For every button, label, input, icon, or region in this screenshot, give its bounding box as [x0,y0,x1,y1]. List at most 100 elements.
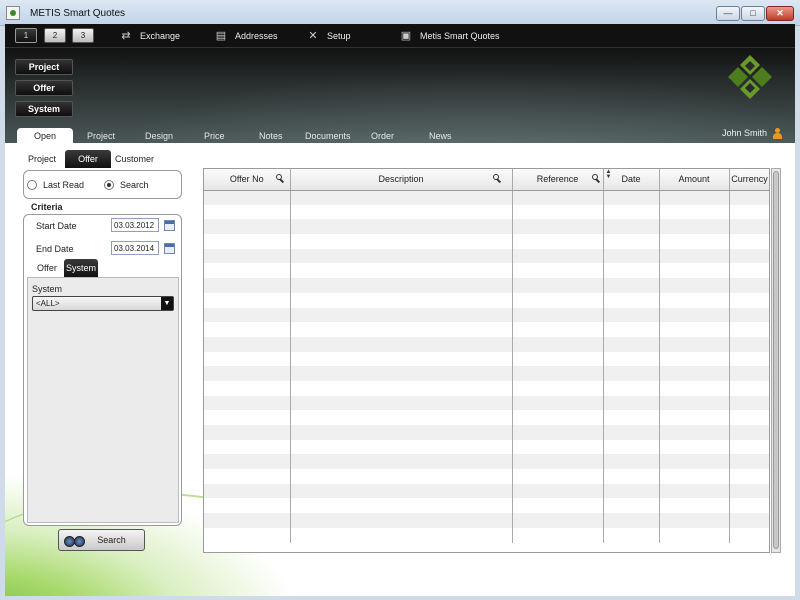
end-date-field[interactable] [111,241,159,255]
table-cell[interactable] [603,336,660,352]
tab-price[interactable]: Price [204,128,225,144]
table-cell[interactable] [603,219,660,235]
tab-documents[interactable]: Documents [305,128,351,144]
table-cell[interactable] [204,425,291,440]
table-cell[interactable] [659,351,730,367]
user-icon[interactable] [772,128,782,139]
radio-search-dot[interactable] [104,180,114,190]
system-select[interactable]: <ALL> ▼ [32,296,174,311]
table-cell[interactable] [659,234,730,249]
table-cell[interactable] [603,395,660,411]
table-cell[interactable] [659,307,730,323]
table-cell[interactable] [729,439,769,455]
close-button[interactable]: ✕ [766,6,794,21]
table-cell[interactable] [729,469,769,484]
table-cell[interactable] [512,439,604,455]
table-cell[interactable] [512,292,604,308]
table-cell[interactable] [512,234,604,249]
table-row[interactable] [204,527,769,543]
table-cell[interactable] [290,219,513,235]
calendar-icon[interactable] [164,243,175,254]
table-cell[interactable] [659,483,730,499]
table-cell[interactable] [659,190,730,205]
table-cell[interactable] [204,454,291,470]
start-date-field[interactable] [111,218,159,232]
tab-open[interactable]: Open [17,128,73,144]
table-cell[interactable] [729,366,769,381]
table-cell[interactable] [603,469,660,484]
grid-scrollbar[interactable] [771,168,781,553]
table-cell[interactable] [603,307,660,323]
table-cell[interactable] [603,292,660,308]
table-cell[interactable] [204,395,291,411]
table-cell[interactable] [603,366,660,381]
column-header-reference[interactable]: Reference [512,169,604,191]
table-cell[interactable] [603,380,660,396]
table-row[interactable] [204,336,769,352]
table-cell[interactable] [603,527,660,543]
table-cell[interactable] [204,483,291,499]
table-row[interactable] [204,469,769,484]
side-button-system[interactable]: System [15,101,73,117]
table-cell[interactable] [659,322,730,337]
table-cell[interactable] [512,410,604,425]
table-row[interactable] [204,410,769,425]
table-cell[interactable] [204,322,291,337]
chevron-down-icon[interactable]: ▼ [161,297,173,310]
table-cell[interactable] [204,292,291,308]
table-cell[interactable] [204,351,291,367]
table-cell[interactable] [603,234,660,249]
table-cell[interactable] [290,454,513,470]
table-cell[interactable] [290,410,513,425]
subtab-project[interactable]: Project [28,150,56,168]
table-cell[interactable] [659,527,730,543]
page-button-3[interactable]: 3 [72,28,94,43]
subtab-offer[interactable]: Offer [65,150,111,168]
table-cell[interactable] [512,219,604,235]
table-cell[interactable] [729,380,769,396]
table-cell[interactable] [659,292,730,308]
table-cell[interactable] [204,190,291,205]
table-cell[interactable] [512,366,604,381]
table-cell[interactable] [603,425,660,440]
table-row[interactable] [204,204,769,220]
table-cell[interactable] [290,469,513,484]
table-cell[interactable] [290,425,513,440]
table-cell[interactable] [659,439,730,455]
table-cell[interactable] [603,439,660,455]
table-row[interactable] [204,292,769,308]
table-cell[interactable] [204,439,291,455]
setup-button[interactable]: ✕ Setup [305,28,350,44]
column-header-amount[interactable]: Amount [659,169,730,191]
table-cell[interactable] [512,204,604,220]
page-button-2[interactable]: 2 [44,28,66,43]
table-cell[interactable] [603,498,660,514]
table-cell[interactable] [729,234,769,249]
table-cell[interactable] [603,190,660,205]
table-cell[interactable] [204,513,291,528]
table-cell[interactable] [659,380,730,396]
table-cell[interactable] [659,410,730,425]
table-cell[interactable] [659,336,730,352]
exchange-button[interactable]: ⇄ Exchange [118,28,180,44]
table-cell[interactable] [603,204,660,220]
table-cell[interactable] [603,483,660,499]
table-cell[interactable] [290,234,513,249]
table-cell[interactable] [204,307,291,323]
table-cell[interactable] [729,527,769,543]
table-cell[interactable] [729,498,769,514]
table-cell[interactable] [659,278,730,293]
table-row[interactable] [204,234,769,249]
table-cell[interactable] [290,351,513,367]
table-cell[interactable] [603,454,660,470]
table-cell[interactable] [290,380,513,396]
smart-quotes-button[interactable]: ▣ Metis Smart Quotes [398,28,500,44]
table-cell[interactable] [659,454,730,470]
table-cell[interactable] [290,366,513,381]
criteria-tab-system[interactable]: System [64,259,98,277]
table-cell[interactable] [659,395,730,411]
table-cell[interactable] [512,351,604,367]
table-row[interactable] [204,263,769,279]
table-row[interactable] [204,380,769,396]
table-cell[interactable] [603,513,660,528]
